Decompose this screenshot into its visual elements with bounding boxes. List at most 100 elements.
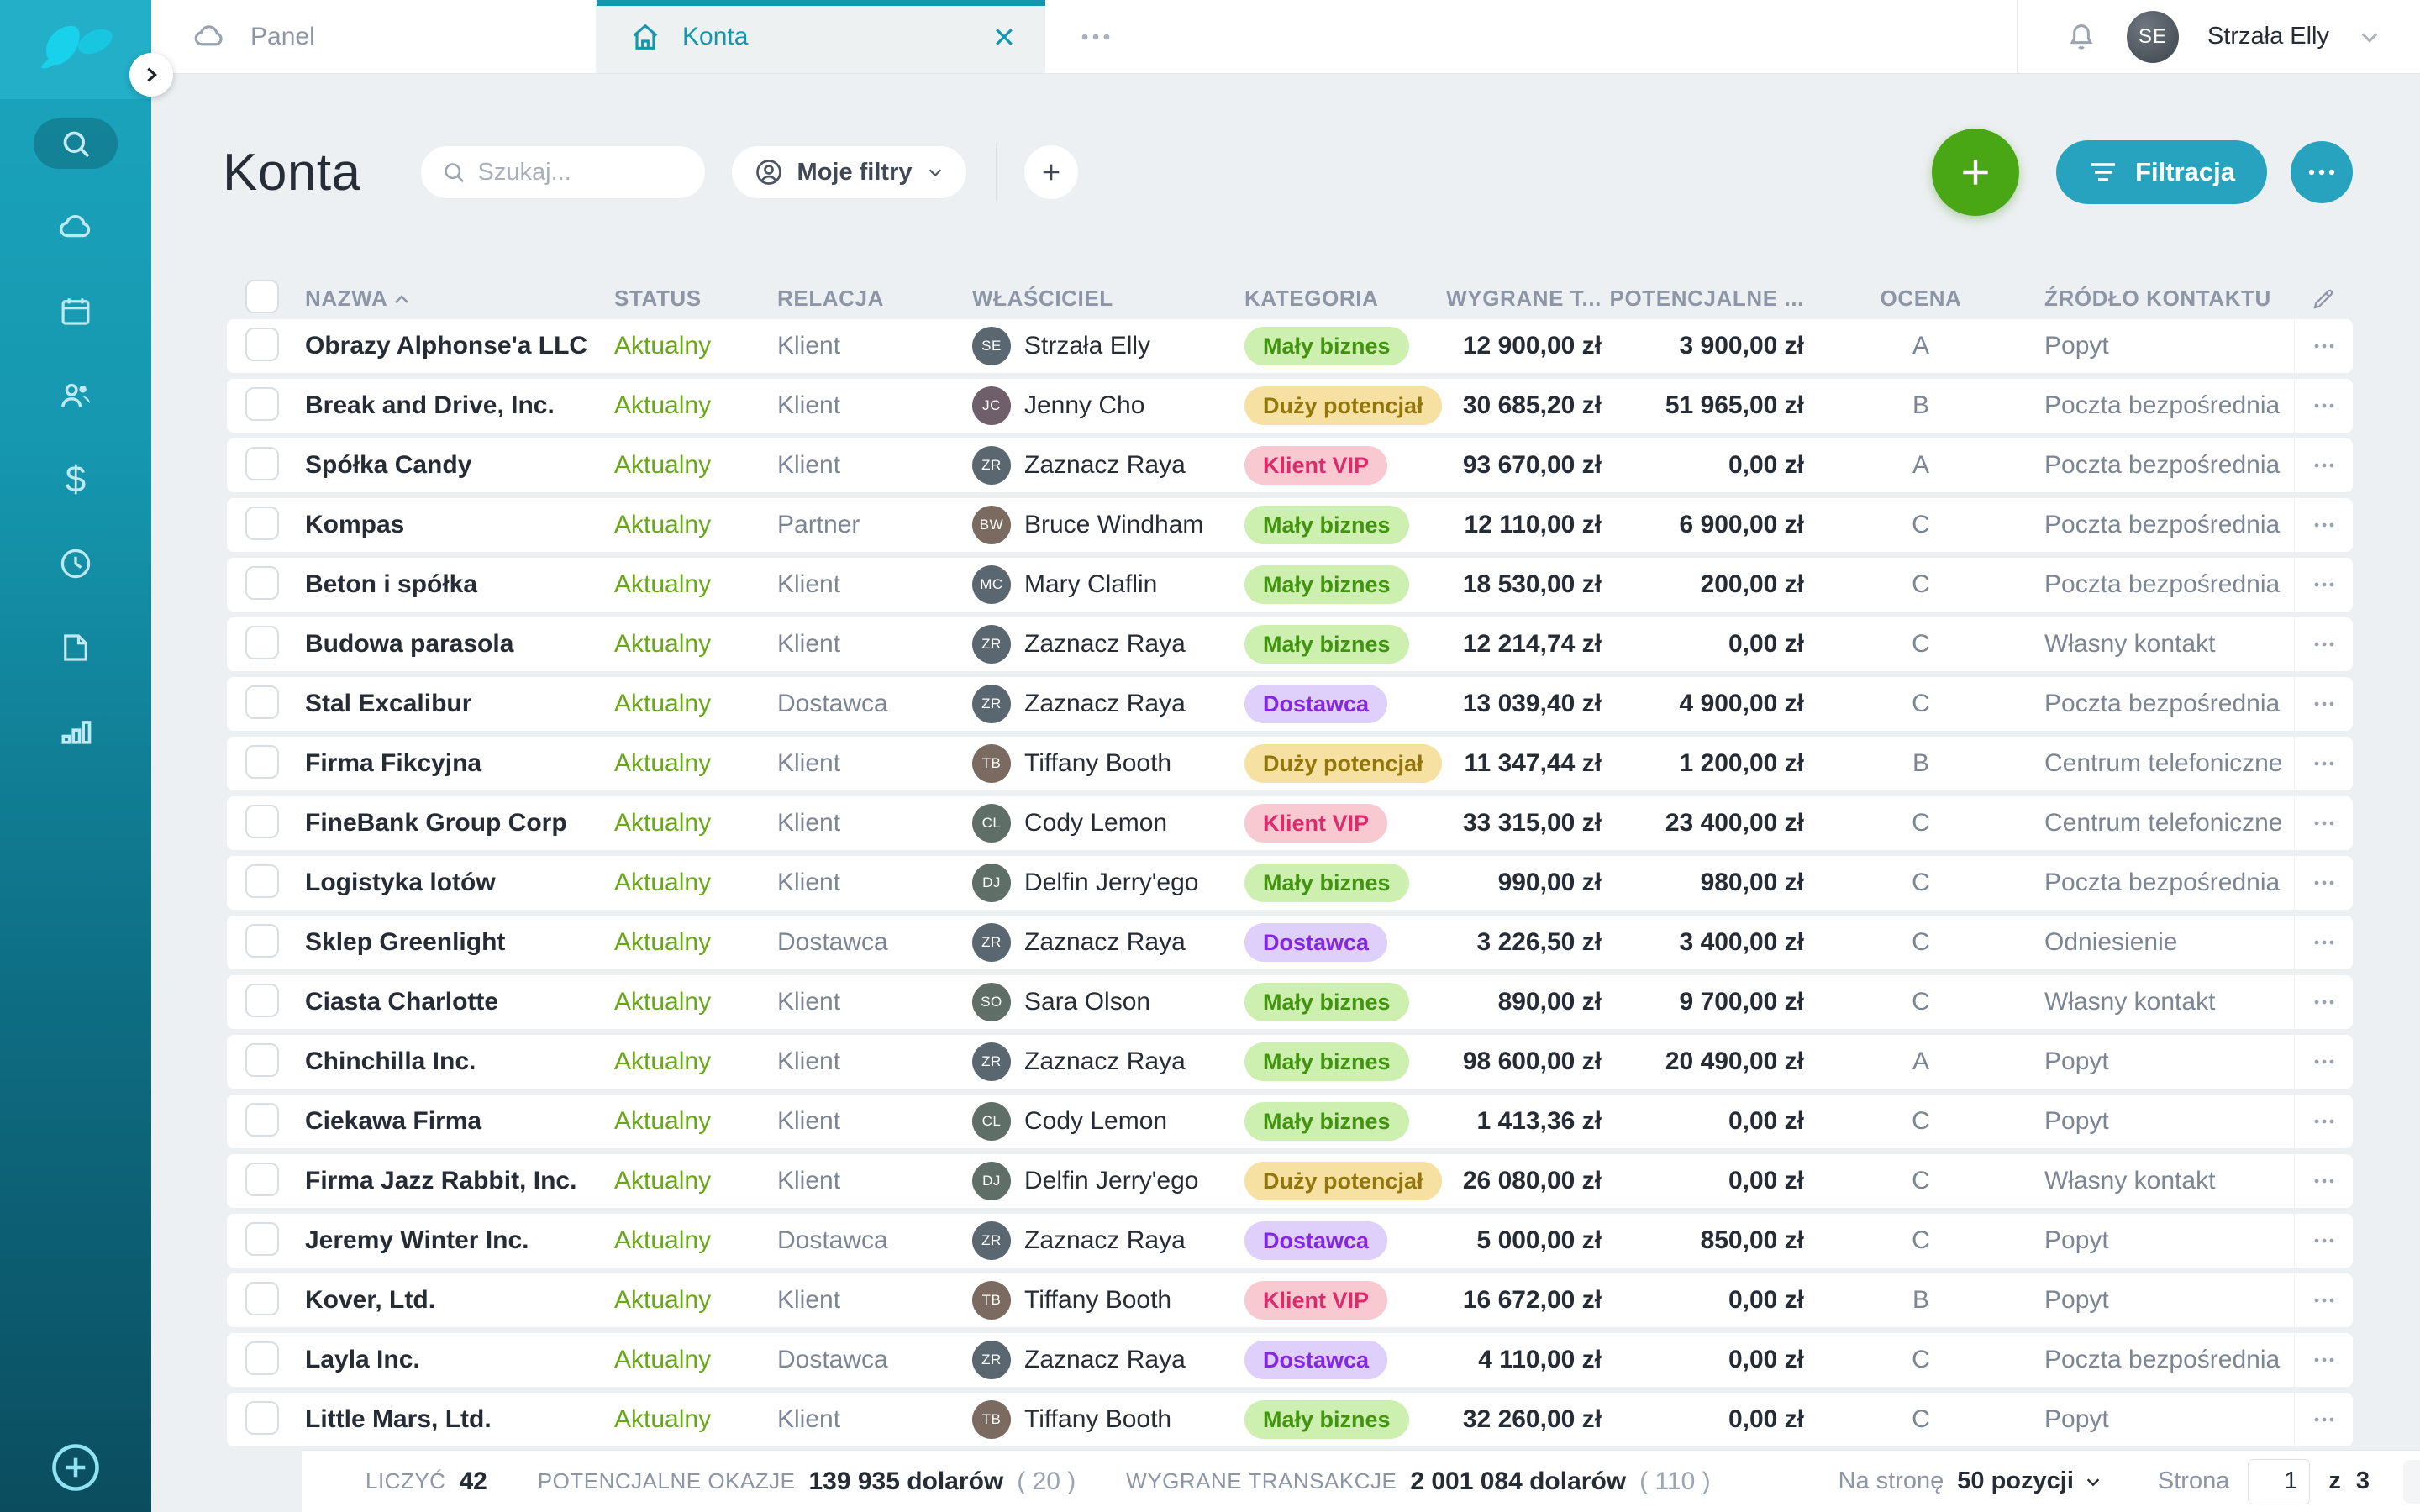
row-checkbox[interactable] — [245, 984, 279, 1017]
previous-page-button[interactable] — [2403, 1460, 2420, 1504]
page-number-input[interactable] — [2248, 1459, 2310, 1504]
my-filters-button[interactable]: Moje filtry — [731, 145, 967, 199]
account-name[interactable]: Jeremy Winter Inc. — [305, 1226, 614, 1255]
per-page-select[interactable]: 50 pozycji — [1957, 1467, 2102, 1495]
table-row[interactable]: Sklep Greenlight Aktualny Dostawca ZR Za… — [227, 916, 2353, 969]
table-row[interactable]: Kover, Ltd. Aktualny Klient TB Tiffany B… — [227, 1273, 2353, 1327]
tab-konta[interactable]: Konta — [597, 0, 1045, 73]
row-checkbox[interactable] — [245, 924, 279, 958]
row-checkbox[interactable] — [245, 1103, 279, 1137]
row-actions-button[interactable] — [2294, 558, 2353, 612]
row-checkbox[interactable] — [245, 1401, 279, 1435]
table-row[interactable]: Spółka Candy Aktualny Klient ZR Zaznacz … — [227, 438, 2353, 492]
row-actions-button[interactable] — [2294, 319, 2353, 373]
row-actions-button[interactable] — [2294, 796, 2353, 850]
column-header-potential[interactable]: POTENCJALNE ... — [1602, 286, 1804, 312]
row-checkbox[interactable] — [245, 1222, 279, 1256]
sidebar-item-documents[interactable] — [0, 620, 151, 675]
sidebar-expand-button[interactable] — [129, 53, 173, 97]
row-actions-button[interactable] — [2294, 1035, 2353, 1089]
row-checkbox[interactable] — [245, 685, 279, 719]
account-name[interactable]: Ciasta Charlotte — [305, 988, 614, 1016]
add-view-button[interactable] — [1023, 144, 1079, 200]
tabs-overflow-button[interactable] — [1045, 0, 1146, 73]
chevron-down-icon[interactable] — [2358, 25, 2381, 49]
table-row[interactable]: Layla Inc. Aktualny Dostawca ZR Zaznacz … — [227, 1333, 2353, 1387]
column-header-won[interactable]: WYGRANE T... — [1446, 286, 1602, 312]
sidebar-item-contacts[interactable] — [0, 368, 151, 423]
tab-panel[interactable]: Panel — [151, 0, 597, 73]
row-checkbox[interactable] — [245, 1282, 279, 1315]
account-name[interactable]: Layla Inc. — [305, 1346, 614, 1374]
table-row[interactable]: Firma Jazz Rabbit, Inc. Aktualny Klient … — [227, 1154, 2353, 1208]
sidebar-item-activities[interactable] — [0, 536, 151, 591]
account-name[interactable]: Kompas — [305, 511, 614, 539]
account-name[interactable]: Firma Jazz Rabbit, Inc. — [305, 1167, 614, 1195]
account-name[interactable]: FineBank Group Corp — [305, 809, 614, 837]
account-name[interactable]: Chinchilla Inc. — [305, 1047, 614, 1076]
row-actions-button[interactable] — [2294, 1095, 2353, 1148]
sidebar-add-button[interactable] — [47, 1439, 104, 1500]
row-actions-button[interactable] — [2294, 438, 2353, 492]
row-actions-button[interactable] — [2294, 975, 2353, 1029]
account-name[interactable]: Spółka Candy — [305, 451, 614, 480]
row-actions-button[interactable] — [2294, 1273, 2353, 1327]
column-header-relation[interactable]: RELACJA — [777, 286, 972, 312]
sidebar-item-calendar[interactable] — [0, 284, 151, 339]
row-actions-button[interactable] — [2294, 916, 2353, 969]
table-row[interactable]: Beton i spółka Aktualny Klient MC Mary C… — [227, 558, 2353, 612]
column-header-rating[interactable]: OCENA — [1804, 286, 2038, 312]
row-checkbox[interactable] — [245, 447, 279, 480]
account-name[interactable]: Beton i spółka — [305, 570, 614, 599]
row-actions-button[interactable] — [2294, 498, 2353, 552]
column-header-status[interactable]: STATUS — [614, 286, 777, 312]
select-all-checkbox[interactable] — [245, 280, 279, 313]
row-actions-button[interactable] — [2294, 617, 2353, 671]
row-checkbox[interactable] — [245, 745, 279, 779]
search-input[interactable] — [478, 159, 663, 186]
table-row[interactable]: Budowa parasola Aktualny Klient ZR Zazna… — [227, 617, 2353, 671]
app-logo[interactable] — [0, 0, 151, 99]
table-row[interactable]: FineBank Group Corp Aktualny Klient CL C… — [227, 796, 2353, 850]
row-checkbox[interactable] — [245, 805, 279, 838]
table-row[interactable]: Ciekawa Firma Aktualny Klient CL Cody Le… — [227, 1095, 2353, 1148]
add-account-button[interactable] — [1932, 129, 2019, 216]
row-actions-button[interactable] — [2294, 1333, 2353, 1387]
tab-close-button[interactable] — [992, 24, 1017, 50]
filter-button[interactable]: Filtracja — [2056, 140, 2267, 204]
column-header-category[interactable]: KATEGORIA — [1244, 286, 1446, 312]
account-name[interactable]: Sklep Greenlight — [305, 928, 614, 957]
row-checkbox[interactable] — [245, 507, 279, 540]
table-row[interactable]: Logistyka lotów Aktualny Klient DJ Delfi… — [227, 856, 2353, 910]
row-checkbox[interactable] — [245, 387, 279, 421]
more-actions-button[interactable] — [2291, 141, 2353, 203]
row-actions-button[interactable] — [2294, 1154, 2353, 1208]
row-checkbox[interactable] — [245, 626, 279, 659]
sidebar-item-search[interactable] — [0, 116, 151, 171]
account-name[interactable]: Little Mars, Ltd. — [305, 1405, 614, 1434]
row-actions-button[interactable] — [2294, 677, 2353, 731]
table-row[interactable]: Break and Drive, Inc. Aktualny Klient JC… — [227, 379, 2353, 433]
column-header-name[interactable]: NAZWA — [305, 286, 614, 312]
bell-icon[interactable] — [2065, 20, 2098, 54]
user-name[interactable]: Strzała Elly — [2207, 23, 2329, 50]
account-name[interactable]: Kover, Ltd. — [305, 1286, 614, 1315]
table-row[interactable]: Ciasta Charlotte Aktualny Klient SO Sara… — [227, 975, 2353, 1029]
row-actions-button[interactable] — [2294, 1393, 2353, 1446]
account-name[interactable]: Stal Excalibur — [305, 690, 614, 718]
row-checkbox[interactable] — [245, 328, 279, 361]
table-row[interactable]: Obrazy Alphonse'a LLC Aktualny Klient SE… — [227, 319, 2353, 373]
table-row[interactable]: Jeremy Winter Inc. Aktualny Dostawca ZR … — [227, 1214, 2353, 1268]
table-row[interactable]: Firma Fikcyjna Aktualny Klient TB Tiffan… — [227, 737, 2353, 790]
table-row[interactable]: Chinchilla Inc. Aktualny Klient ZR Zazna… — [227, 1035, 2353, 1089]
row-checkbox[interactable] — [245, 1043, 279, 1077]
column-header-source[interactable]: ŹRÓDŁO KONTAKTU — [2038, 286, 2294, 312]
table-row[interactable]: Little Mars, Ltd. Aktualny Klient TB Tif… — [227, 1393, 2353, 1446]
row-checkbox[interactable] — [245, 566, 279, 600]
account-name[interactable]: Logistyka lotów — [305, 869, 614, 897]
sidebar-item-reports[interactable] — [0, 704, 151, 759]
account-name[interactable]: Break and Drive, Inc. — [305, 391, 614, 420]
row-checkbox[interactable] — [245, 1341, 279, 1375]
user-avatar[interactable]: SE — [2127, 11, 2179, 63]
table-row[interactable]: Kompas Aktualny Partner BW Bruce Windham… — [227, 498, 2353, 552]
